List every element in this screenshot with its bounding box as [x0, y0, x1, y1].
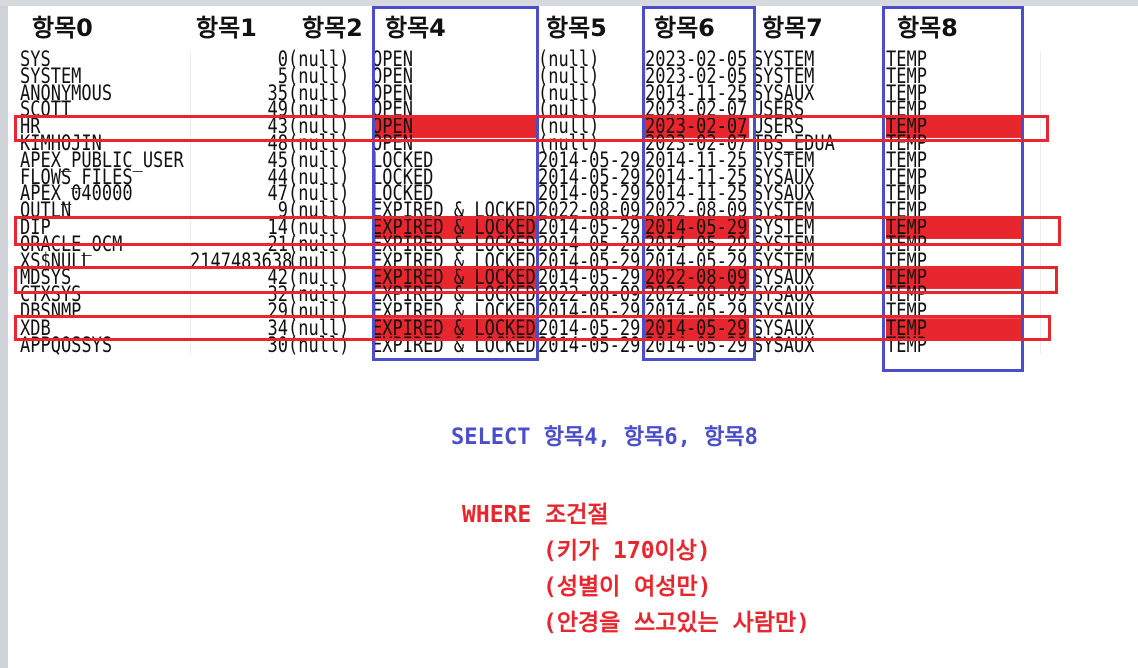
where-highlight-box-row [14, 266, 1058, 294]
window-left-edge [0, 0, 8, 668]
column-divider [1040, 52, 1041, 354]
where-highlight-box-row [14, 315, 1051, 341]
column-header-5: 항목5 [546, 14, 607, 42]
where-clause-note: WHERE 조건절 [462, 502, 609, 528]
column-header-0: 항목0 [32, 14, 93, 42]
column-header-7: 항목7 [762, 14, 823, 42]
select-clause-note: SELECT 항목4, 항목6, 항목8 [451, 425, 758, 450]
select-highlight-box-col6 [642, 6, 756, 361]
where-highlight-box-row [14, 216, 1061, 246]
column-header-2: 항목2 [302, 14, 363, 42]
where-highlight-box-row [14, 115, 1049, 142]
column-header-1: 항목1 [196, 14, 257, 42]
condition-note: (안경을 쓰고있는 사람만) [543, 610, 810, 636]
condition-note: (키가 170이상) [543, 538, 711, 564]
page: { "headers": ["항목0", "항목1", "항목2", "항목4"… [0, 0, 1138, 668]
condition-note: (성별이 여성만) [543, 574, 712, 600]
select-highlight-box-col4 [372, 6, 539, 361]
